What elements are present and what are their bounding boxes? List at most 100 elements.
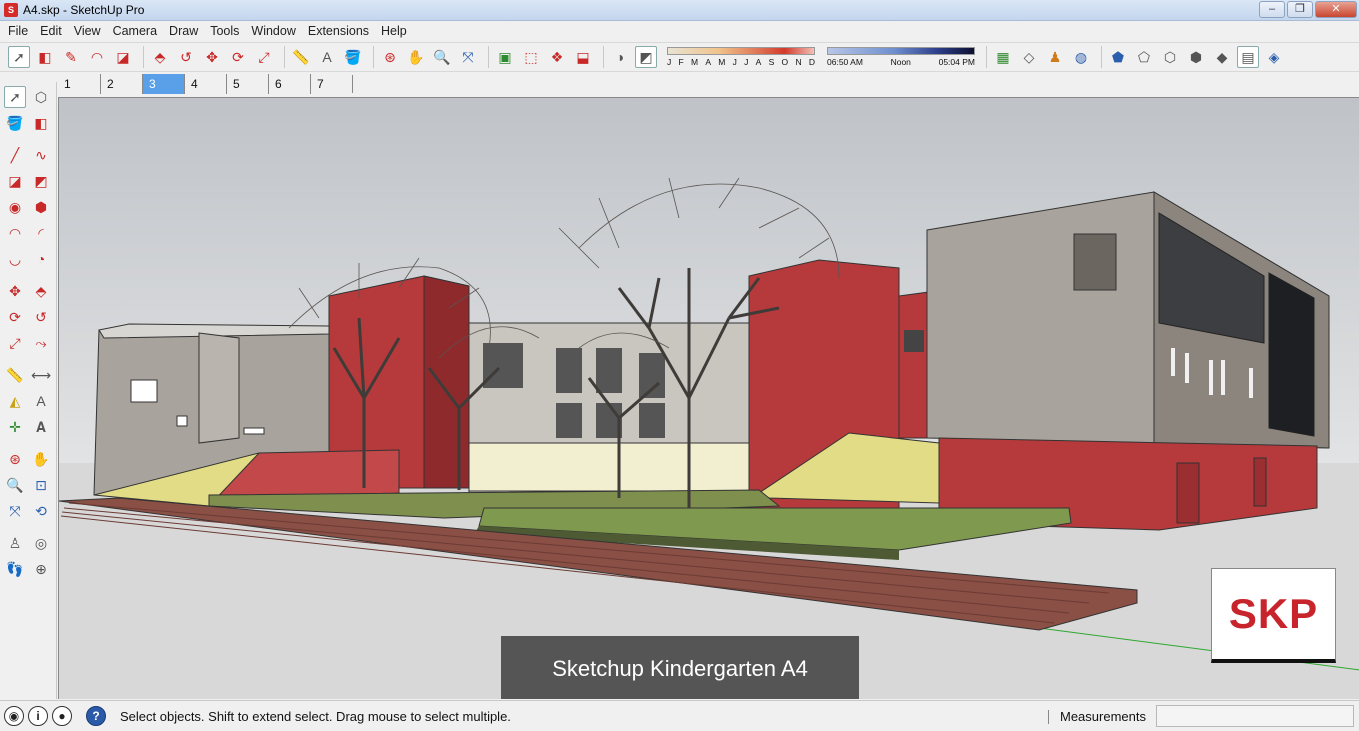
shaded-style-icon[interactable]: ◆ <box>1211 46 1233 68</box>
arc-tool-icon[interactable]: ◠ <box>4 222 26 244</box>
axes-tool-icon[interactable]: ✛ <box>4 416 26 438</box>
move-tool-icon[interactable]: ✥ <box>201 46 223 68</box>
follow-me-tool-icon[interactable]: ↺ <box>30 306 52 328</box>
pan-tool-icon[interactable]: ✋ <box>405 46 427 68</box>
look-around-icon[interactable]: ◎ <box>30 532 52 554</box>
rectangle-tool-icon[interactable]: ◪ <box>4 170 26 192</box>
position-camera-icon[interactable]: ♙ <box>4 532 26 554</box>
dimension-tool-icon[interactable]: ⟷ <box>30 364 52 386</box>
menu-edit[interactable]: Edit <box>34 21 68 41</box>
scene-tab-6[interactable]: 6 <box>268 74 310 94</box>
rotate-tool-icon[interactable]: ⟳ <box>227 46 249 68</box>
display-shadows-icon[interactable]: ◩ <box>635 46 657 68</box>
add-location-icon[interactable]: ▦ <box>992 46 1014 68</box>
xray-style-icon[interactable]: ⬟ <box>1107 46 1129 68</box>
zoom-tool-icon[interactable]: 🔍 <box>4 474 26 496</box>
toolbar-separator <box>1101 46 1102 68</box>
pan-tool-icon[interactable]: ✋ <box>30 448 52 470</box>
rotate-tool-icon[interactable]: ⟳ <box>4 306 26 328</box>
polygon-tool-icon[interactable]: ⬢ <box>30 196 52 218</box>
back-edges-style-icon[interactable]: ⬠ <box>1133 46 1155 68</box>
shaded-textures-style-icon[interactable]: ▤ <box>1237 46 1259 68</box>
rotated-rectangle-icon[interactable]: ◩ <box>30 170 52 192</box>
walk-tool-icon[interactable]: 👣 <box>4 558 26 580</box>
scene-tab-1[interactable]: 1 <box>58 74 100 94</box>
text-tool-icon[interactable]: A <box>30 390 52 412</box>
menu-window[interactable]: Window <box>245 21 301 41</box>
pie-tool-icon[interactable]: ◔ <box>30 248 52 270</box>
scene-tab-3[interactable]: 3 <box>142 74 184 94</box>
two-point-arc-icon[interactable]: ◜ <box>30 222 52 244</box>
geo-location-icon[interactable]: ◉ <box>4 706 24 726</box>
photo-textures-icon[interactable]: ♟ <box>1044 46 1066 68</box>
tape-measure-icon[interactable]: 📏 <box>290 46 312 68</box>
shadow-time-slider[interactable]: 06:50 AM Noon 05:04 PM <box>827 47 975 67</box>
make-component-icon[interactable]: ⬡ <box>30 86 52 108</box>
freehand-tool-icon[interactable]: ∿ <box>30 144 52 166</box>
preview-google-earth-icon[interactable]: ◍ <box>1070 46 1092 68</box>
orbit-tool-icon[interactable]: ⊛ <box>4 448 26 470</box>
push-pull-tool-icon[interactable]: ⬘ <box>30 280 52 302</box>
maximize-button[interactable]: ❐ <box>1287 1 1313 18</box>
menu-tools[interactable]: Tools <box>204 21 245 41</box>
protractor-tool-icon[interactable]: ◭ <box>4 390 26 412</box>
menu-help[interactable]: Help <box>375 21 413 41</box>
menu-file[interactable]: File <box>2 21 34 41</box>
zoom-extents-icon[interactable]: ⤧ <box>4 500 26 522</box>
select-tool-icon[interactable]: ➚ <box>8 46 30 68</box>
offset-tool-icon[interactable]: ⤳ <box>30 332 52 354</box>
eraser-tool-icon[interactable]: ◧ <box>30 112 52 134</box>
scene-tab-7[interactable]: 7 <box>310 74 352 94</box>
extension-warehouse-icon[interactable]: ⬓ <box>572 46 594 68</box>
menu-draw[interactable]: Draw <box>163 21 204 41</box>
paint-bucket-icon[interactable]: 🪣 <box>342 46 364 68</box>
move-tool-icon[interactable]: ✥ <box>4 280 26 302</box>
zoom-extents-icon[interactable]: ⤧ <box>457 46 479 68</box>
scene-tab-5[interactable]: 5 <box>226 74 268 94</box>
model-viewport[interactable]: Sketchup Kindergarten A4 SKP <box>58 97 1359 699</box>
rectangle-tool-icon[interactable]: ◪ <box>112 46 134 68</box>
zoom-tool-icon[interactable]: 🔍 <box>431 46 453 68</box>
minimize-button[interactable]: – <box>1259 1 1285 18</box>
user-account-icon[interactable]: ● <box>52 706 72 726</box>
line-tool-icon[interactable]: ╱ <box>4 144 26 166</box>
shadow-settings-icon[interactable]: ◑ <box>609 46 631 68</box>
warehouse-icon[interactable]: ▣ <box>494 46 516 68</box>
tape-measure-icon[interactable]: 📏 <box>4 364 26 386</box>
follow-me-tool-icon[interactable]: ↺ <box>175 46 197 68</box>
zoom-window-icon[interactable]: ⊡ <box>30 474 52 496</box>
left-wing-window <box>243 427 265 435</box>
toggle-terrain-icon[interactable]: ◇ <box>1018 46 1040 68</box>
scale-tool-icon[interactable]: ⤢ <box>253 46 275 68</box>
select-tool-icon[interactable]: ➚ <box>4 86 26 108</box>
share-model-icon[interactable]: ⬚ <box>520 46 542 68</box>
push-pull-tool-icon[interactable]: ⬘ <box>149 46 171 68</box>
paint-bucket-icon[interactable]: 🪣 <box>4 112 26 134</box>
menu-extensions[interactable]: Extensions <box>302 21 375 41</box>
monochrome-style-icon[interactable]: ◈ <box>1263 46 1285 68</box>
eraser-tool-icon[interactable]: ◧ <box>34 46 56 68</box>
toolbar-separator <box>986 46 987 68</box>
orbit-tool-icon[interactable]: ⊛ <box>379 46 401 68</box>
measurements-input[interactable] <box>1156 705 1354 727</box>
wireframe-style-icon[interactable]: ⬡ <box>1159 46 1181 68</box>
menu-view[interactable]: View <box>68 21 107 41</box>
shadow-month-slider[interactable]: J F M A M J J A S O N D <box>667 47 815 67</box>
previous-view-icon[interactable]: ⟲ <box>30 500 52 522</box>
circle-tool-icon[interactable]: ◉ <box>4 196 26 218</box>
section-plane-icon[interactable]: ⊕ <box>30 558 52 580</box>
three-point-arc-icon[interactable]: ◡ <box>4 248 26 270</box>
credits-info-icon[interactable]: i <box>28 706 48 726</box>
menu-camera[interactable]: Camera <box>107 21 163 41</box>
scene-tab-4[interactable]: 4 <box>184 74 226 94</box>
arc-tool-icon[interactable]: ◠ <box>86 46 108 68</box>
hidden-line-style-icon[interactable]: ⬢ <box>1185 46 1207 68</box>
close-button[interactable]: ✕ <box>1315 1 1357 18</box>
help-icon[interactable]: ? <box>86 706 106 726</box>
scale-tool-icon[interactable]: ⤢ <box>4 332 26 354</box>
scene-tab-2[interactable]: 2 <box>100 74 142 94</box>
text-tool-icon[interactable]: A <box>316 46 338 68</box>
pencil-tool-icon[interactable]: ✎ <box>60 46 82 68</box>
components-icon[interactable]: ❖ <box>546 46 568 68</box>
3d-text-tool-icon[interactable]: 𝐀 <box>30 416 52 438</box>
